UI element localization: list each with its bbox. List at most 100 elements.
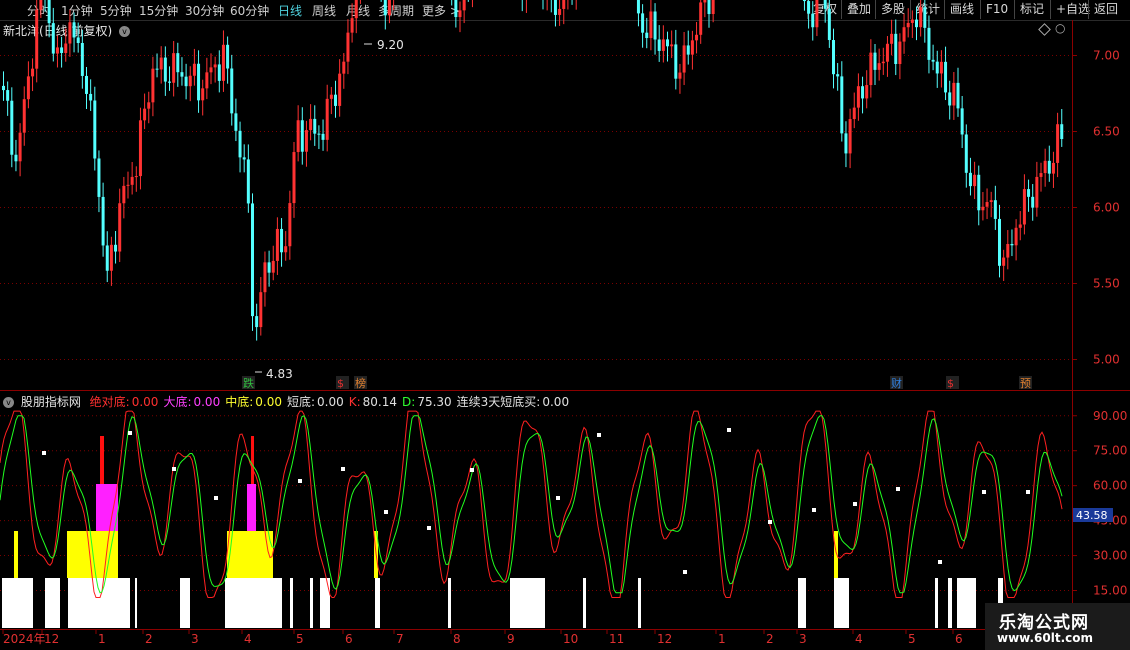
candle-body <box>197 63 201 101</box>
x-tick-label: 6 <box>345 632 353 646</box>
candle-body <box>558 8 562 15</box>
candle-body <box>454 0 458 18</box>
candle-body <box>118 203 122 252</box>
signal-dot <box>470 468 474 472</box>
candle-body <box>948 92 952 106</box>
candle-body <box>76 37 80 44</box>
candle-body <box>114 244 118 252</box>
candle-body <box>309 118 313 131</box>
mid-bottom-bar <box>67 531 118 578</box>
candle-body <box>130 176 134 185</box>
candle-body <box>143 108 147 121</box>
candle-body <box>1047 160 1051 174</box>
y-tick-label: 90.00 <box>1093 409 1127 423</box>
x-tick-label: 9 <box>507 632 515 646</box>
candle-body <box>686 45 690 55</box>
event-marker: 财 <box>891 376 902 390</box>
stock-chart[interactable]: 9.008.508.007.507.006.506.005.505.00 9.2… <box>0 0 1130 650</box>
candle-body <box>935 61 939 74</box>
candle-body <box>172 53 176 83</box>
candle-body <box>263 262 267 293</box>
x-tick-label: 4 <box>244 632 252 646</box>
candle-body <box>68 22 72 44</box>
low-label: 4.83 <box>266 367 293 381</box>
candle-body <box>815 0 819 28</box>
candle-body <box>964 134 968 173</box>
candle-body <box>877 63 881 70</box>
short-bottom-bar <box>935 578 938 628</box>
x-tick-label: 2 <box>145 632 153 646</box>
candle-body <box>122 185 126 204</box>
candle-body <box>823 0 827 9</box>
candle-body <box>682 45 686 73</box>
candle-body <box>213 64 217 68</box>
y-tick-label: 6.00 <box>1093 201 1120 215</box>
high-label: 9.20 <box>377 38 404 52</box>
candle-body <box>1043 160 1047 174</box>
candle-body <box>894 33 898 65</box>
candle-body <box>18 132 22 162</box>
candle-body <box>230 68 234 114</box>
candle-body <box>1035 176 1039 208</box>
x-tick-label: 1 <box>718 632 726 646</box>
candle-body <box>827 8 831 41</box>
y-tick-label: 30.00 <box>1093 549 1127 563</box>
candle-body <box>284 246 288 253</box>
candle-body <box>977 174 981 211</box>
candle-body <box>163 57 167 82</box>
candle-body <box>234 113 238 131</box>
candle-body <box>865 85 869 99</box>
candle-body <box>923 7 927 28</box>
candle-body <box>944 61 948 93</box>
candle-body <box>636 0 640 14</box>
event-marker: $ <box>337 377 344 390</box>
candle-body <box>836 74 840 77</box>
candle-body <box>881 61 885 64</box>
candle-body <box>915 19 918 28</box>
candle-body <box>1051 162 1055 174</box>
candle-body <box>910 19 914 23</box>
candle-body <box>242 157 246 160</box>
candle-body <box>304 130 308 152</box>
candle-body <box>840 76 844 134</box>
y-tick-label: 5.50 <box>1093 277 1120 291</box>
candle-body <box>138 120 142 177</box>
candle-body <box>2 85 5 91</box>
candle-body <box>317 133 321 135</box>
signal-dot <box>982 490 986 494</box>
candle-body <box>981 206 985 211</box>
candle-body <box>989 200 993 203</box>
candle-body <box>848 119 852 154</box>
signal-dot <box>341 467 345 471</box>
signal-dot <box>853 502 857 506</box>
candle-body <box>151 68 155 103</box>
signal-dot <box>896 487 900 491</box>
short-bottom-bar <box>638 578 641 628</box>
candle-body <box>653 11 657 40</box>
big-bottom-bar <box>96 484 118 531</box>
big-bottom-bar <box>247 484 256 531</box>
candle-body <box>952 82 956 106</box>
candle-body <box>346 32 350 62</box>
candle-body <box>51 23 55 54</box>
candle-body <box>703 0 707 3</box>
candle-body <box>6 90 10 101</box>
signal-dot <box>597 433 601 437</box>
candle-body <box>666 39 669 47</box>
y-tick-label: 7.00 <box>1093 49 1120 63</box>
signal-dot <box>556 496 560 500</box>
candle-body <box>321 133 325 140</box>
candle-body <box>259 292 263 328</box>
candle-body <box>690 40 694 55</box>
candle-body <box>1014 227 1018 246</box>
candle-body <box>458 10 462 18</box>
candle-body <box>1060 124 1064 140</box>
candle-body <box>678 72 682 79</box>
event-marker: 跌 <box>243 376 254 390</box>
watermark-url: www.60lt.com <box>997 631 1094 645</box>
signal-dot <box>42 451 46 455</box>
candle-body <box>1018 224 1022 228</box>
x-tick-label: 2024年 <box>3 632 46 646</box>
candle-body <box>856 86 860 108</box>
candle-body <box>1002 257 1006 266</box>
